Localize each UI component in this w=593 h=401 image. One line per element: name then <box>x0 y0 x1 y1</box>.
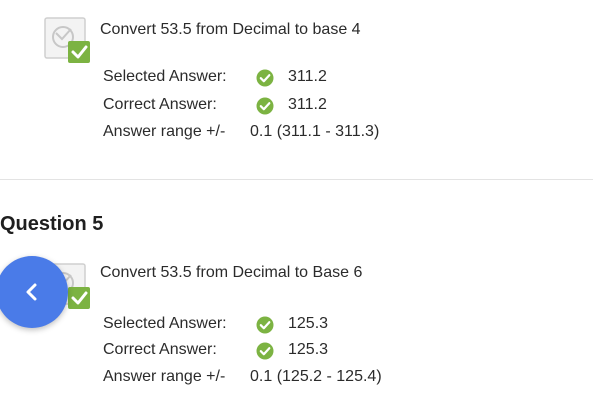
question-divider <box>0 179 593 180</box>
selected-answer-value: 125.3 <box>288 315 329 332</box>
answer-range-value: 0.1 (125.2 - 125.4) <box>250 368 382 385</box>
answer-range-label: Answer range +/- <box>103 368 226 385</box>
answer-range-value: 0.1 (311.1 - 311.3) <box>250 123 380 140</box>
question-4-prompt: Convert 53.5 from Decimal to base 4 <box>100 21 361 38</box>
question-4-block: Convert 53.5 from Decimal to base 4 Sele… <box>0 0 593 179</box>
question-correct-icon <box>44 17 92 65</box>
answer-range-label: Answer range +/- <box>103 123 226 140</box>
question-5-prompt: Convert 53.5 from Decimal to Base 6 <box>100 264 363 281</box>
question-5-block: Convert 53.5 from Decimal to Base 6 Sele… <box>0 250 593 401</box>
check-circle-icon <box>256 316 274 334</box>
correct-answer-value: 125.3 <box>288 341 329 358</box>
check-circle-icon <box>256 69 274 87</box>
check-circle-icon <box>256 97 274 115</box>
correct-answer-label: Correct Answer: <box>103 96 217 113</box>
selected-answer-label: Selected Answer: <box>103 315 227 332</box>
correct-answer-value: 311.2 <box>288 96 327 113</box>
selected-answer-value: 311.2 <box>288 68 327 85</box>
correct-answer-label: Correct Answer: <box>103 341 217 358</box>
check-circle-icon <box>256 342 274 360</box>
chevron-left-icon <box>26 283 37 301</box>
selected-answer-label: Selected Answer: <box>103 68 227 85</box>
question-5-heading: Question 5 <box>0 213 104 235</box>
